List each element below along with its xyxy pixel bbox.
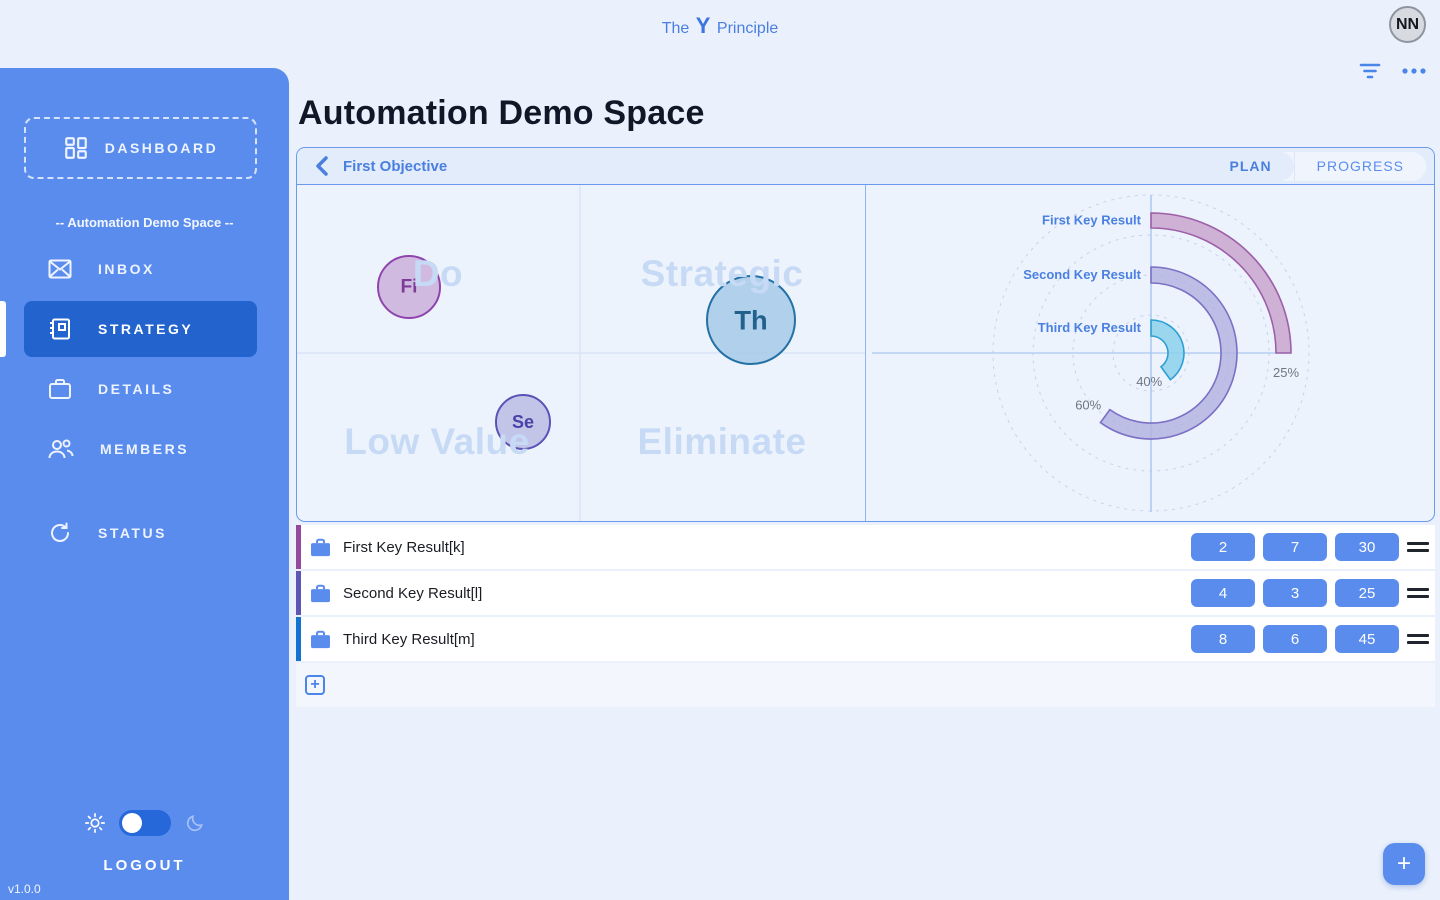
key-result-list: First Key Result[k] 2 7 30 Second Key Re… — [296, 525, 1435, 663]
status-label: STATUS — [98, 525, 167, 541]
key-result-row[interactable]: First Key Result[k] 2 7 30 — [296, 525, 1435, 569]
logo-suffix: Principle — [717, 20, 778, 37]
tab-progress[interactable]: PROGRESS — [1294, 152, 1426, 181]
kr-label: Second Key Result[l] — [343, 585, 482, 602]
kr-values: 4 3 25 — [1191, 579, 1399, 607]
objective-body: Do Strategic Low Value Eliminate FiThSe … — [297, 185, 1434, 522]
radial-progress-chart: First Key Result 25% Second Key Result 60% T… — [865, 185, 1435, 522]
kr-value-start[interactable]: 8 — [1191, 625, 1255, 653]
strategy-label: STRATEGY — [98, 321, 193, 337]
kr-value-current[interactable]: 7 — [1263, 533, 1327, 561]
svg-text:First Key Result: First Key Result — [1042, 213, 1142, 228]
kr-values: 8 6 45 — [1191, 625, 1399, 653]
quadrant-bubble-chart[interactable]: Do Strategic Low Value Eliminate FiThSe — [297, 185, 865, 522]
sidebar-item-inbox[interactable]: INBOX — [24, 249, 257, 289]
filter-icon[interactable] — [1358, 60, 1382, 82]
kr-values: 2 7 30 — [1191, 533, 1399, 561]
kr-value-start[interactable]: 4 — [1191, 579, 1255, 607]
objective-panel: First Objective PLAN PROGRESS Do Strateg… — [296, 147, 1435, 522]
moon-icon — [185, 813, 205, 833]
sun-icon — [85, 813, 105, 833]
avatar[interactable]: NN — [1389, 6, 1426, 43]
strategy-journal-icon — [48, 317, 72, 341]
details-label: DETAILS — [98, 381, 174, 397]
kr-color-bar — [296, 617, 301, 661]
quadrant-label-low-value: Low Value — [344, 421, 529, 463]
add-key-result-button[interactable]: + — [305, 675, 325, 695]
svg-text:60%: 60% — [1075, 398, 1101, 413]
add-objective-fab[interactable]: + — [1383, 843, 1425, 885]
app-logo: The Y Principle — [0, 13, 1440, 39]
svg-text:25%: 25% — [1273, 365, 1299, 380]
details-briefcase-icon — [48, 378, 72, 400]
kr-value-target[interactable]: 45 — [1335, 625, 1399, 653]
kr-value-target[interactable]: 25 — [1335, 579, 1399, 607]
drag-handle-icon[interactable] — [1407, 588, 1429, 598]
svg-text:Th: Th — [734, 305, 767, 336]
page-title: Automation Demo Space — [298, 94, 705, 133]
quadrant-label-strategic: Strategic — [641, 253, 804, 295]
kr-value-current[interactable]: 3 — [1263, 579, 1327, 607]
tab-plan[interactable]: PLAN — [1208, 152, 1294, 181]
briefcase-icon — [310, 584, 331, 603]
version-text: v1.0.0 — [8, 882, 41, 896]
theme-switch-row — [0, 810, 289, 836]
quadrant-label-do: Do — [413, 253, 463, 295]
view-tabs: PLAN PROGRESS — [1208, 152, 1426, 181]
sidebar-item-details[interactable]: DETAILS — [24, 369, 257, 409]
members-label: MEMBERS — [100, 441, 189, 457]
kr-color-bar — [296, 525, 301, 569]
sidebar-item-members[interactable]: MEMBERS — [24, 429, 257, 469]
quadrant-svg: FiThSe — [297, 185, 865, 522]
objective-title: First Objective — [343, 158, 447, 175]
inbox-label: INBOX — [98, 261, 155, 277]
kr-label: First Key Result[k] — [343, 539, 465, 556]
briefcase-icon — [310, 538, 331, 557]
sidebar-item-status[interactable]: STATUS — [24, 513, 257, 553]
logout-button[interactable]: LOGOUT — [0, 857, 289, 874]
toggle-knob — [122, 813, 142, 833]
add-key-result-strip: + — [296, 663, 1435, 707]
ellipsis-icon[interactable] — [1402, 60, 1426, 82]
space-divider: -- Automation Demo Space -- — [0, 215, 289, 230]
radial-svg: First Key Result 25% Second Key Result 60% T… — [866, 185, 1435, 522]
kr-color-bar — [296, 571, 301, 615]
kr-value-current[interactable]: 6 — [1263, 625, 1327, 653]
key-result-row[interactable]: Third Key Result[m] 8 6 45 — [296, 617, 1435, 661]
kr-label: Third Key Result[m] — [343, 631, 475, 648]
logo-y-mark: Y — [694, 13, 713, 38]
svg-text:Third Key Result: Third Key Result — [1038, 320, 1142, 335]
avatar-initials: NN — [1396, 16, 1419, 34]
logo-prefix: The — [662, 20, 690, 37]
dashboard-label: DASHBOARD — [105, 140, 219, 156]
objective-header: First Objective PLAN PROGRESS — [297, 148, 1434, 185]
status-refresh-icon — [48, 521, 72, 545]
kr-value-start[interactable]: 2 — [1191, 533, 1255, 561]
theme-toggle[interactable] — [119, 810, 171, 836]
top-actions — [1358, 60, 1426, 82]
drag-handle-icon[interactable] — [1407, 542, 1429, 552]
key-result-row[interactable]: Second Key Result[l] 4 3 25 — [296, 571, 1435, 615]
svg-text:40%: 40% — [1136, 374, 1162, 389]
inbox-envelope-icon — [48, 259, 72, 279]
sidebar-item-dashboard[interactable]: DASHBOARD — [24, 117, 257, 179]
drag-handle-icon[interactable] — [1407, 634, 1429, 644]
app-root: The Y Principle NN DASHBOARD -- Automati… — [0, 0, 1440, 900]
members-people-icon — [48, 438, 74, 460]
briefcase-icon — [310, 630, 331, 649]
active-nav-indicator — [0, 301, 6, 357]
sidebar: DASHBOARD -- Automation Demo Space -- IN… — [0, 68, 289, 900]
kr-value-target[interactable]: 30 — [1335, 533, 1399, 561]
quadrant-label-eliminate: Eliminate — [638, 421, 807, 463]
dashboard-grid-icon — [63, 135, 89, 161]
back-button[interactable] — [309, 154, 333, 178]
sidebar-item-strategy[interactable]: STRATEGY — [24, 301, 257, 357]
svg-text:Second Key Result: Second Key Result — [1023, 267, 1141, 282]
